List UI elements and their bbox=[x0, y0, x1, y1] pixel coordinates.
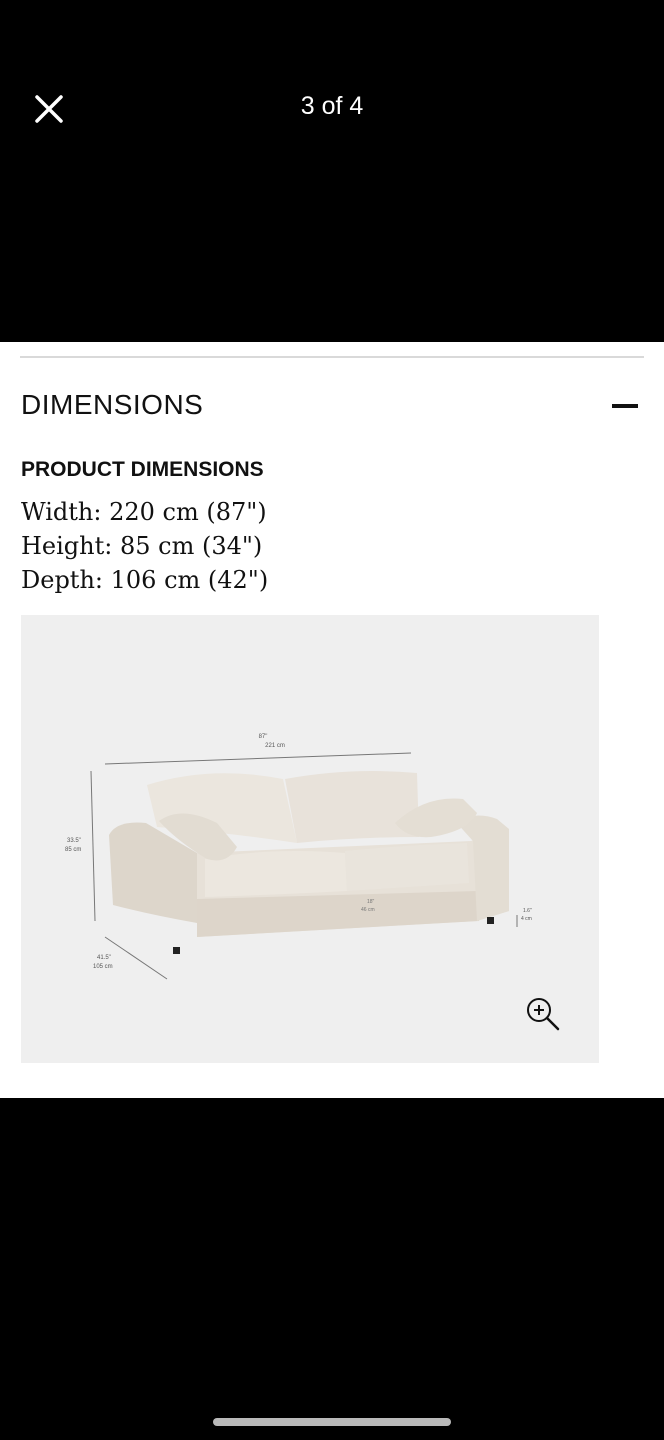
divider bbox=[20, 356, 644, 358]
depth-label-cm: 105 cm bbox=[93, 964, 113, 970]
sofa-illustration: 87" 221 cm 33.5" 85 cm 41.5" 105 cm 1.6"… bbox=[65, 734, 532, 980]
collapse-minus-icon[interactable] bbox=[612, 404, 638, 408]
depth-dimension: Depth: 106 cm (42") bbox=[21, 566, 269, 594]
viewer-footer bbox=[0, 1098, 664, 1440]
sofa-dimension-image[interactable]: 87" 221 cm 33.5" 85 cm 41.5" 105 cm 1.6"… bbox=[21, 615, 599, 1063]
dimensions-panel: DIMENSIONS PRODUCT DIMENSIONS Width: 220… bbox=[0, 342, 664, 1098]
seat-label-in: 18" bbox=[367, 899, 375, 905]
seat-label-cm: 46 cm bbox=[361, 907, 375, 913]
viewer-header: 3 of 4 bbox=[0, 0, 664, 342]
zoom-in-icon[interactable] bbox=[524, 995, 562, 1033]
width-label-in: 87" bbox=[259, 734, 268, 740]
height-label-cm: 85 cm bbox=[65, 847, 81, 853]
height-label-in: 33.5" bbox=[67, 838, 81, 844]
product-dimensions-heading: PRODUCT DIMENSIONS bbox=[21, 458, 264, 481]
width-dimension: Width: 220 cm (87") bbox=[21, 498, 267, 526]
image-counter: 3 of 4 bbox=[300, 92, 364, 120]
home-indicator[interactable] bbox=[213, 1418, 451, 1426]
height-dimension: Height: 85 cm (34") bbox=[21, 532, 263, 560]
leg-label-in: 1.6" bbox=[523, 908, 532, 914]
depth-label-in: 41.5" bbox=[97, 955, 111, 961]
width-label-cm: 221 cm bbox=[265, 743, 285, 749]
leg-label-cm: 4 cm bbox=[521, 916, 532, 922]
section-title[interactable]: DIMENSIONS bbox=[21, 389, 203, 421]
